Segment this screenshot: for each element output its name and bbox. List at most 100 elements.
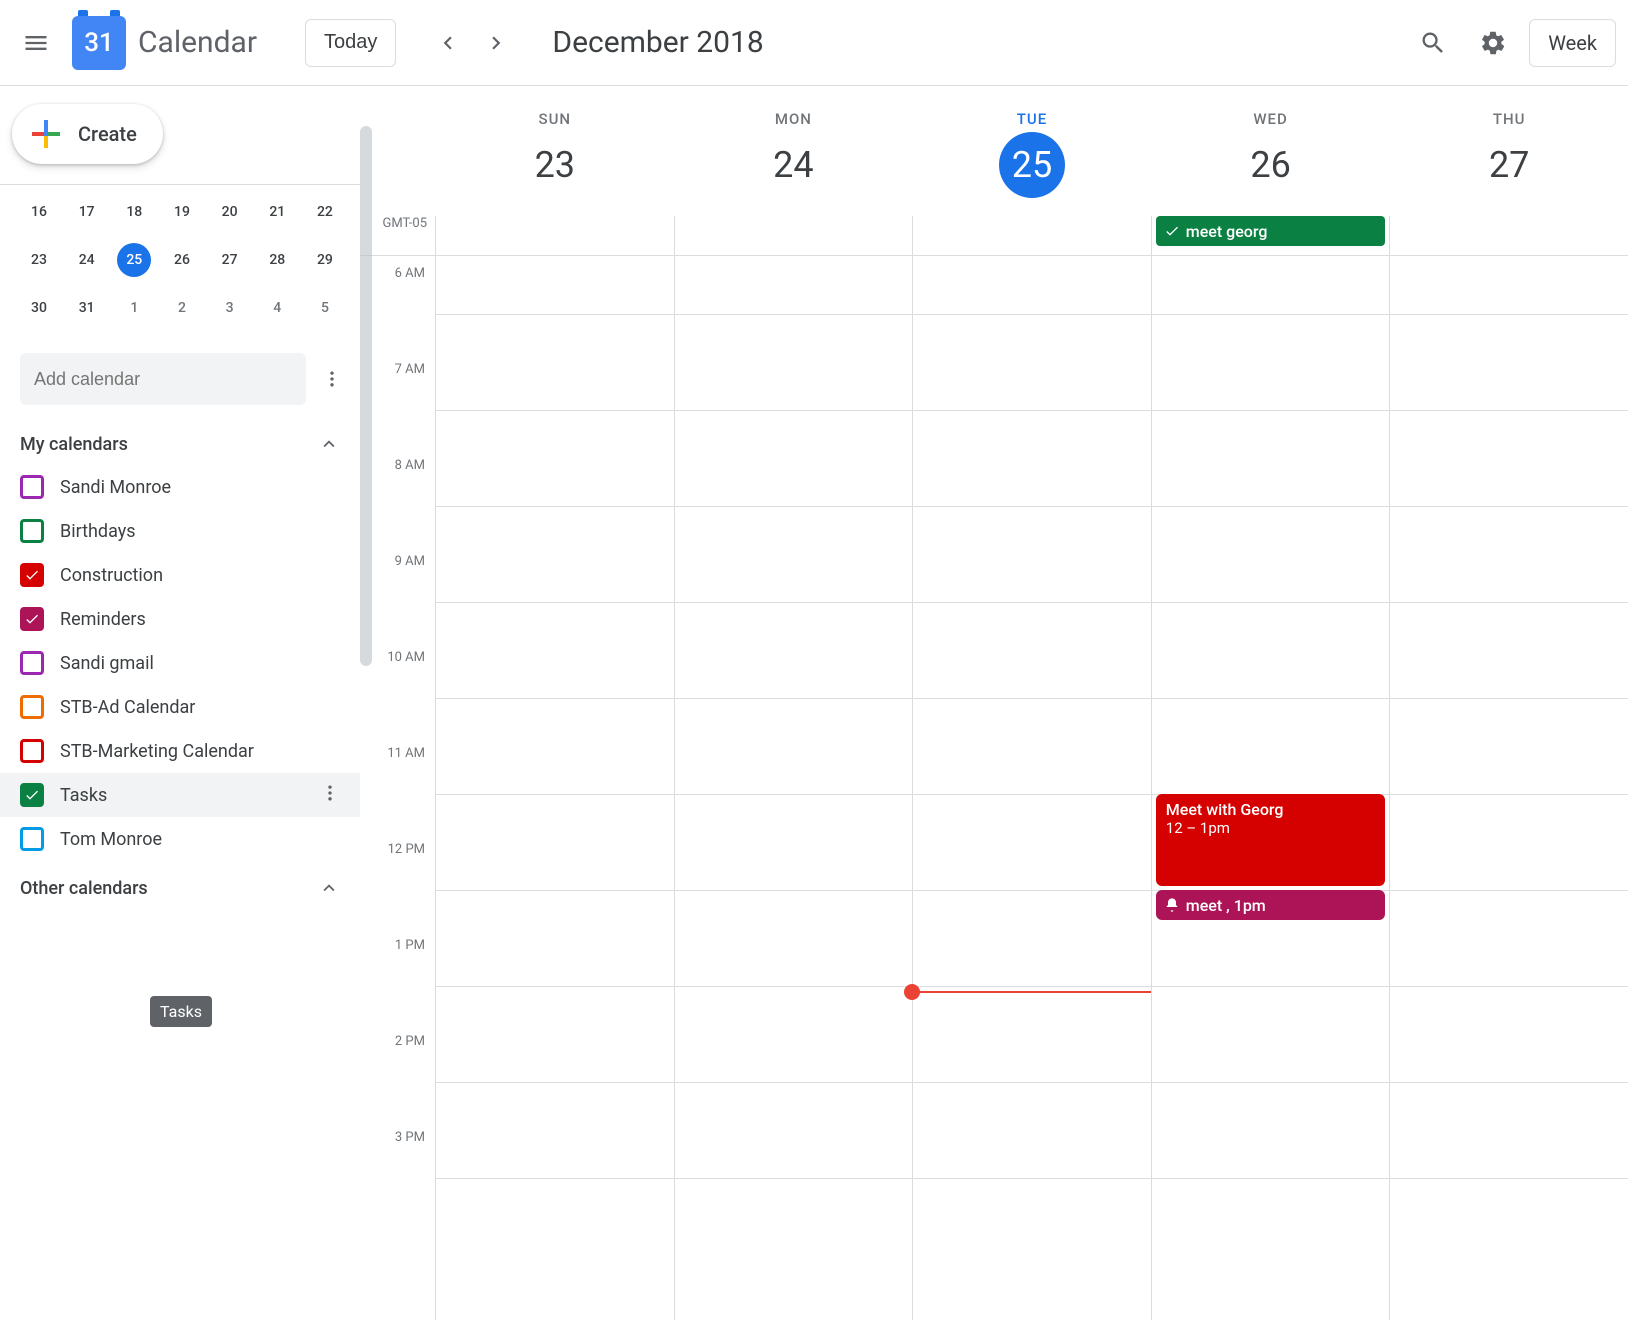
day-of-month: 23: [522, 132, 588, 198]
allday-event[interactable]: meet georg: [1156, 216, 1386, 246]
mini-cal-day[interactable]: 16: [22, 195, 56, 229]
mini-cal-day[interactable]: 28: [260, 243, 294, 277]
mini-cal-day[interactable]: 26: [165, 243, 199, 277]
day-of-month: 25: [999, 132, 1065, 198]
calendar-item[interactable]: Tasks: [0, 773, 360, 817]
my-calendars-header[interactable]: My calendars: [0, 423, 360, 465]
calendar-checkbox[interactable]: [20, 827, 44, 851]
calendar-item[interactable]: Sandi Monroe: [0, 465, 360, 509]
day-header[interactable]: WED 26: [1151, 86, 1390, 216]
chevron-up-icon: [318, 877, 340, 899]
calendar-label: Sandi gmail: [60, 653, 154, 674]
allday-cell[interactable]: [1389, 216, 1628, 255]
day-column[interactable]: [674, 256, 913, 1320]
calendar-checkbox[interactable]: [20, 563, 44, 587]
mini-cal-day[interactable]: 5: [308, 291, 342, 325]
time-label: 3 PM: [360, 1130, 435, 1226]
mini-cal-day[interactable]: 22: [308, 195, 342, 229]
calendar-checkbox[interactable]: [20, 519, 44, 543]
calendar-item[interactable]: Tom Monroe: [0, 817, 360, 861]
day-of-month: 26: [1238, 132, 1304, 198]
day-headers: SUN23 MON 24 TUE25 WED 26 THU 27: [360, 86, 1628, 216]
calendar-checkbox[interactable]: [20, 739, 44, 763]
calendar-checkbox[interactable]: [20, 783, 44, 807]
calendar-item[interactable]: STB-Marketing Calendar: [0, 729, 360, 773]
mini-cal-day[interactable]: 19: [165, 195, 199, 229]
event[interactable]: meet , 1pm: [1156, 890, 1386, 920]
sidebar: Create 161718192021222324252627282930311…: [0, 86, 360, 1320]
now-indicator: [912, 991, 1151, 993]
calendar-checkbox[interactable]: [20, 695, 44, 719]
settings-icon[interactable]: [1469, 19, 1517, 67]
mini-cal-day[interactable]: 29: [308, 243, 342, 277]
task-check-icon: [1164, 223, 1180, 239]
calendar-item[interactable]: Sandi gmail: [0, 641, 360, 685]
day-of-week: THU: [1493, 110, 1526, 128]
mini-cal-day[interactable]: 25: [117, 243, 151, 277]
day-header[interactable]: TUE25: [912, 86, 1151, 216]
time-grid: 6 AM7 AM8 AM9 AM10 AM11 AM12 PM1 PM2 PM3…: [360, 256, 1628, 1320]
allday-cell[interactable]: meet georg: [1151, 216, 1390, 255]
day-of-week: WED: [1253, 110, 1287, 128]
event[interactable]: Meet with Georg12 – 1pm: [1156, 794, 1386, 886]
reminder-icon: [1164, 897, 1180, 913]
calendar-item[interactable]: Reminders: [0, 597, 360, 641]
next-period-button[interactable]: [472, 19, 520, 67]
day-header[interactable]: SUN23: [435, 86, 674, 216]
mini-cal-day[interactable]: 27: [213, 243, 247, 277]
day-column[interactable]: Meet with Georg12 – 1pm meet , 1pm: [1151, 256, 1390, 1320]
mini-cal-day[interactable]: 17: [70, 195, 104, 229]
view-selector[interactable]: Week: [1529, 19, 1616, 67]
mini-cal-day[interactable]: 1: [117, 291, 151, 325]
allday-cell[interactable]: [912, 216, 1151, 255]
day-column[interactable]: [1389, 256, 1628, 1320]
time-label: 9 AM: [360, 554, 435, 650]
allday-cell[interactable]: [435, 216, 674, 255]
search-icon[interactable]: [1409, 19, 1457, 67]
create-button[interactable]: Create: [12, 104, 163, 164]
time-label: 11 AM: [360, 746, 435, 842]
calendar-checkbox[interactable]: [20, 475, 44, 499]
mini-cal-day[interactable]: 18: [117, 195, 151, 229]
calendar-checkbox[interactable]: [20, 651, 44, 675]
mini-cal-day[interactable]: 30: [22, 291, 56, 325]
chevron-up-icon: [318, 433, 340, 455]
mini-cal-day[interactable]: 21: [260, 195, 294, 229]
logo[interactable]: 31 Calendar: [72, 16, 257, 70]
calendar-label: Birthdays: [60, 521, 136, 542]
day-column[interactable]: [435, 256, 674, 1320]
mini-calendar[interactable]: 1617181920212223242526272829303112345: [0, 195, 360, 353]
grid-columns[interactable]: Meet with Georg12 – 1pm meet , 1pm: [435, 256, 1628, 1320]
mini-cal-day[interactable]: 2: [165, 291, 199, 325]
day-column[interactable]: [912, 256, 1151, 1320]
calendar-item-options-icon[interactable]: [320, 783, 340, 808]
calendar-checkbox[interactable]: [20, 607, 44, 631]
day-of-month: 27: [1476, 132, 1542, 198]
time-label: 12 PM: [360, 842, 435, 938]
day-of-week: MON: [775, 110, 812, 128]
day-header[interactable]: MON 24: [674, 86, 913, 216]
menu-icon[interactable]: [12, 19, 60, 67]
add-calendar-input[interactable]: [20, 353, 306, 405]
mini-cal-day[interactable]: 23: [22, 243, 56, 277]
create-label: Create: [78, 122, 137, 146]
allday-cell[interactable]: [674, 216, 913, 255]
calendar-item[interactable]: Birthdays: [0, 509, 360, 553]
calendar-item[interactable]: Construction: [0, 553, 360, 597]
calendar-label: Tom Monroe: [60, 829, 162, 850]
mini-cal-day[interactable]: 31: [70, 291, 104, 325]
mini-cal-day[interactable]: 20: [213, 195, 247, 229]
day-header[interactable]: THU 27: [1389, 86, 1628, 216]
mini-cal-day[interactable]: 24: [70, 243, 104, 277]
tooltip: Tasks: [150, 996, 212, 1027]
other-calendars-header[interactable]: Other calendars: [0, 867, 360, 909]
today-button[interactable]: Today: [305, 19, 396, 67]
calendar-item[interactable]: STB-Ad Calendar: [0, 685, 360, 729]
add-calendar-options-icon[interactable]: [314, 361, 350, 397]
plus-icon: [28, 116, 64, 152]
prev-period-button[interactable]: [424, 19, 472, 67]
mini-cal-day[interactable]: 3: [213, 291, 247, 325]
day-of-month: 24: [760, 132, 826, 198]
time-label: 1 PM: [360, 938, 435, 1034]
mini-cal-day[interactable]: 4: [260, 291, 294, 325]
